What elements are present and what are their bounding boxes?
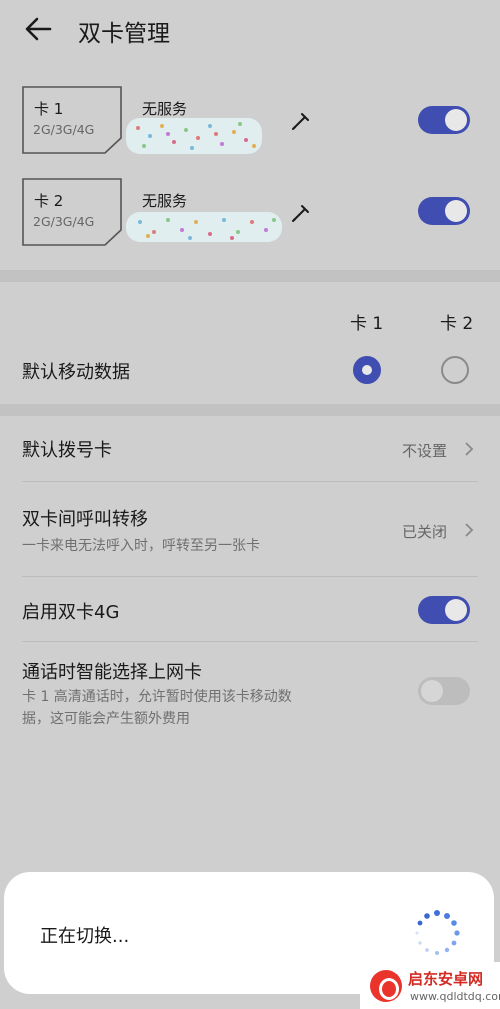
- column-header-sim-2: 卡 2: [440, 314, 474, 334]
- smart-data-toggle[interactable]: [418, 677, 470, 705]
- sim-2-toggle[interactable]: [418, 197, 470, 225]
- sim-card-icon: 卡 2 2G/3G/4G: [22, 178, 122, 246]
- default-data-radio-sim-2[interactable]: [441, 356, 469, 384]
- pencil-icon: [292, 205, 309, 222]
- page-title: 双卡管理: [78, 21, 170, 47]
- sim-name: 卡 1: [34, 100, 64, 118]
- watermark-url: www.qdldtdq.com: [410, 990, 500, 1003]
- sim-card-row-1: 卡 1 2G/3G/4G 无服务: [0, 86, 500, 166]
- section-divider: [0, 270, 500, 282]
- row-divider: [22, 576, 478, 577]
- call-forward-label: 双卡间呼叫转移: [22, 509, 148, 530]
- loading-spinner-icon: [415, 910, 460, 955]
- edit-sim-2-button[interactable]: [290, 202, 312, 224]
- default-data-radio-sim-1[interactable]: [353, 356, 381, 384]
- sim-1-toggle[interactable]: [418, 106, 470, 134]
- sim-card-row-2: 卡 2 2G/3G/4G 无服务: [0, 178, 500, 258]
- sim-name: 卡 2: [34, 192, 64, 210]
- row-divider: [22, 641, 478, 642]
- toggle-knob: [445, 109, 467, 131]
- sim-bands: 2G/3G/4G: [33, 122, 95, 137]
- section-divider: [0, 404, 500, 416]
- call-forward-description: 一卡来电无法呼入时，呼转至另一张卡: [22, 538, 260, 554]
- toggle-knob: [445, 599, 467, 621]
- smart-data-label: 通话时智能选择上网卡: [22, 662, 202, 683]
- dual-4g-toggle[interactable]: [418, 596, 470, 624]
- edit-sim-1-button[interactable]: [290, 110, 312, 132]
- row-divider: [22, 481, 478, 482]
- arrow-left-icon: [25, 17, 52, 41]
- back-button[interactable]: [22, 12, 56, 46]
- toggle-knob: [421, 680, 443, 702]
- watermark-title: 启东安卓网: [408, 970, 484, 988]
- default-data-label: 默认移动数据: [22, 362, 130, 383]
- watermark-logo-icon: [370, 970, 402, 1002]
- sim-card-icon: 卡 1 2G/3G/4G: [22, 86, 122, 154]
- sim-bands: 2G/3G/4G: [33, 214, 95, 229]
- watermark: 启东安卓网 www.qdldtdq.com: [360, 962, 500, 1009]
- chevron-right-icon: [465, 442, 474, 456]
- call-forward-value: 已关闭: [402, 523, 448, 541]
- app-header: 双卡管理: [0, 0, 500, 60]
- default-dial-value: 不设置: [402, 442, 448, 460]
- default-dial-label: 默认拨号卡: [22, 440, 112, 461]
- smart-data-description-line-1: 卡 1 高清通话时，允许暂时使用该卡移动数: [22, 689, 292, 705]
- column-header-sim-1: 卡 1: [350, 314, 384, 334]
- toggle-knob: [445, 200, 467, 222]
- pencil-icon: [292, 113, 309, 130]
- phone-number-redacted: [124, 208, 284, 248]
- chevron-right-icon: [465, 523, 474, 537]
- dialog-message: 正在切换...: [40, 926, 130, 947]
- smart-data-description-line-2: 据，这可能会产生额外费用: [22, 711, 190, 727]
- phone-number-redacted: [124, 116, 264, 156]
- dual-4g-label: 启用双卡4G: [22, 602, 120, 623]
